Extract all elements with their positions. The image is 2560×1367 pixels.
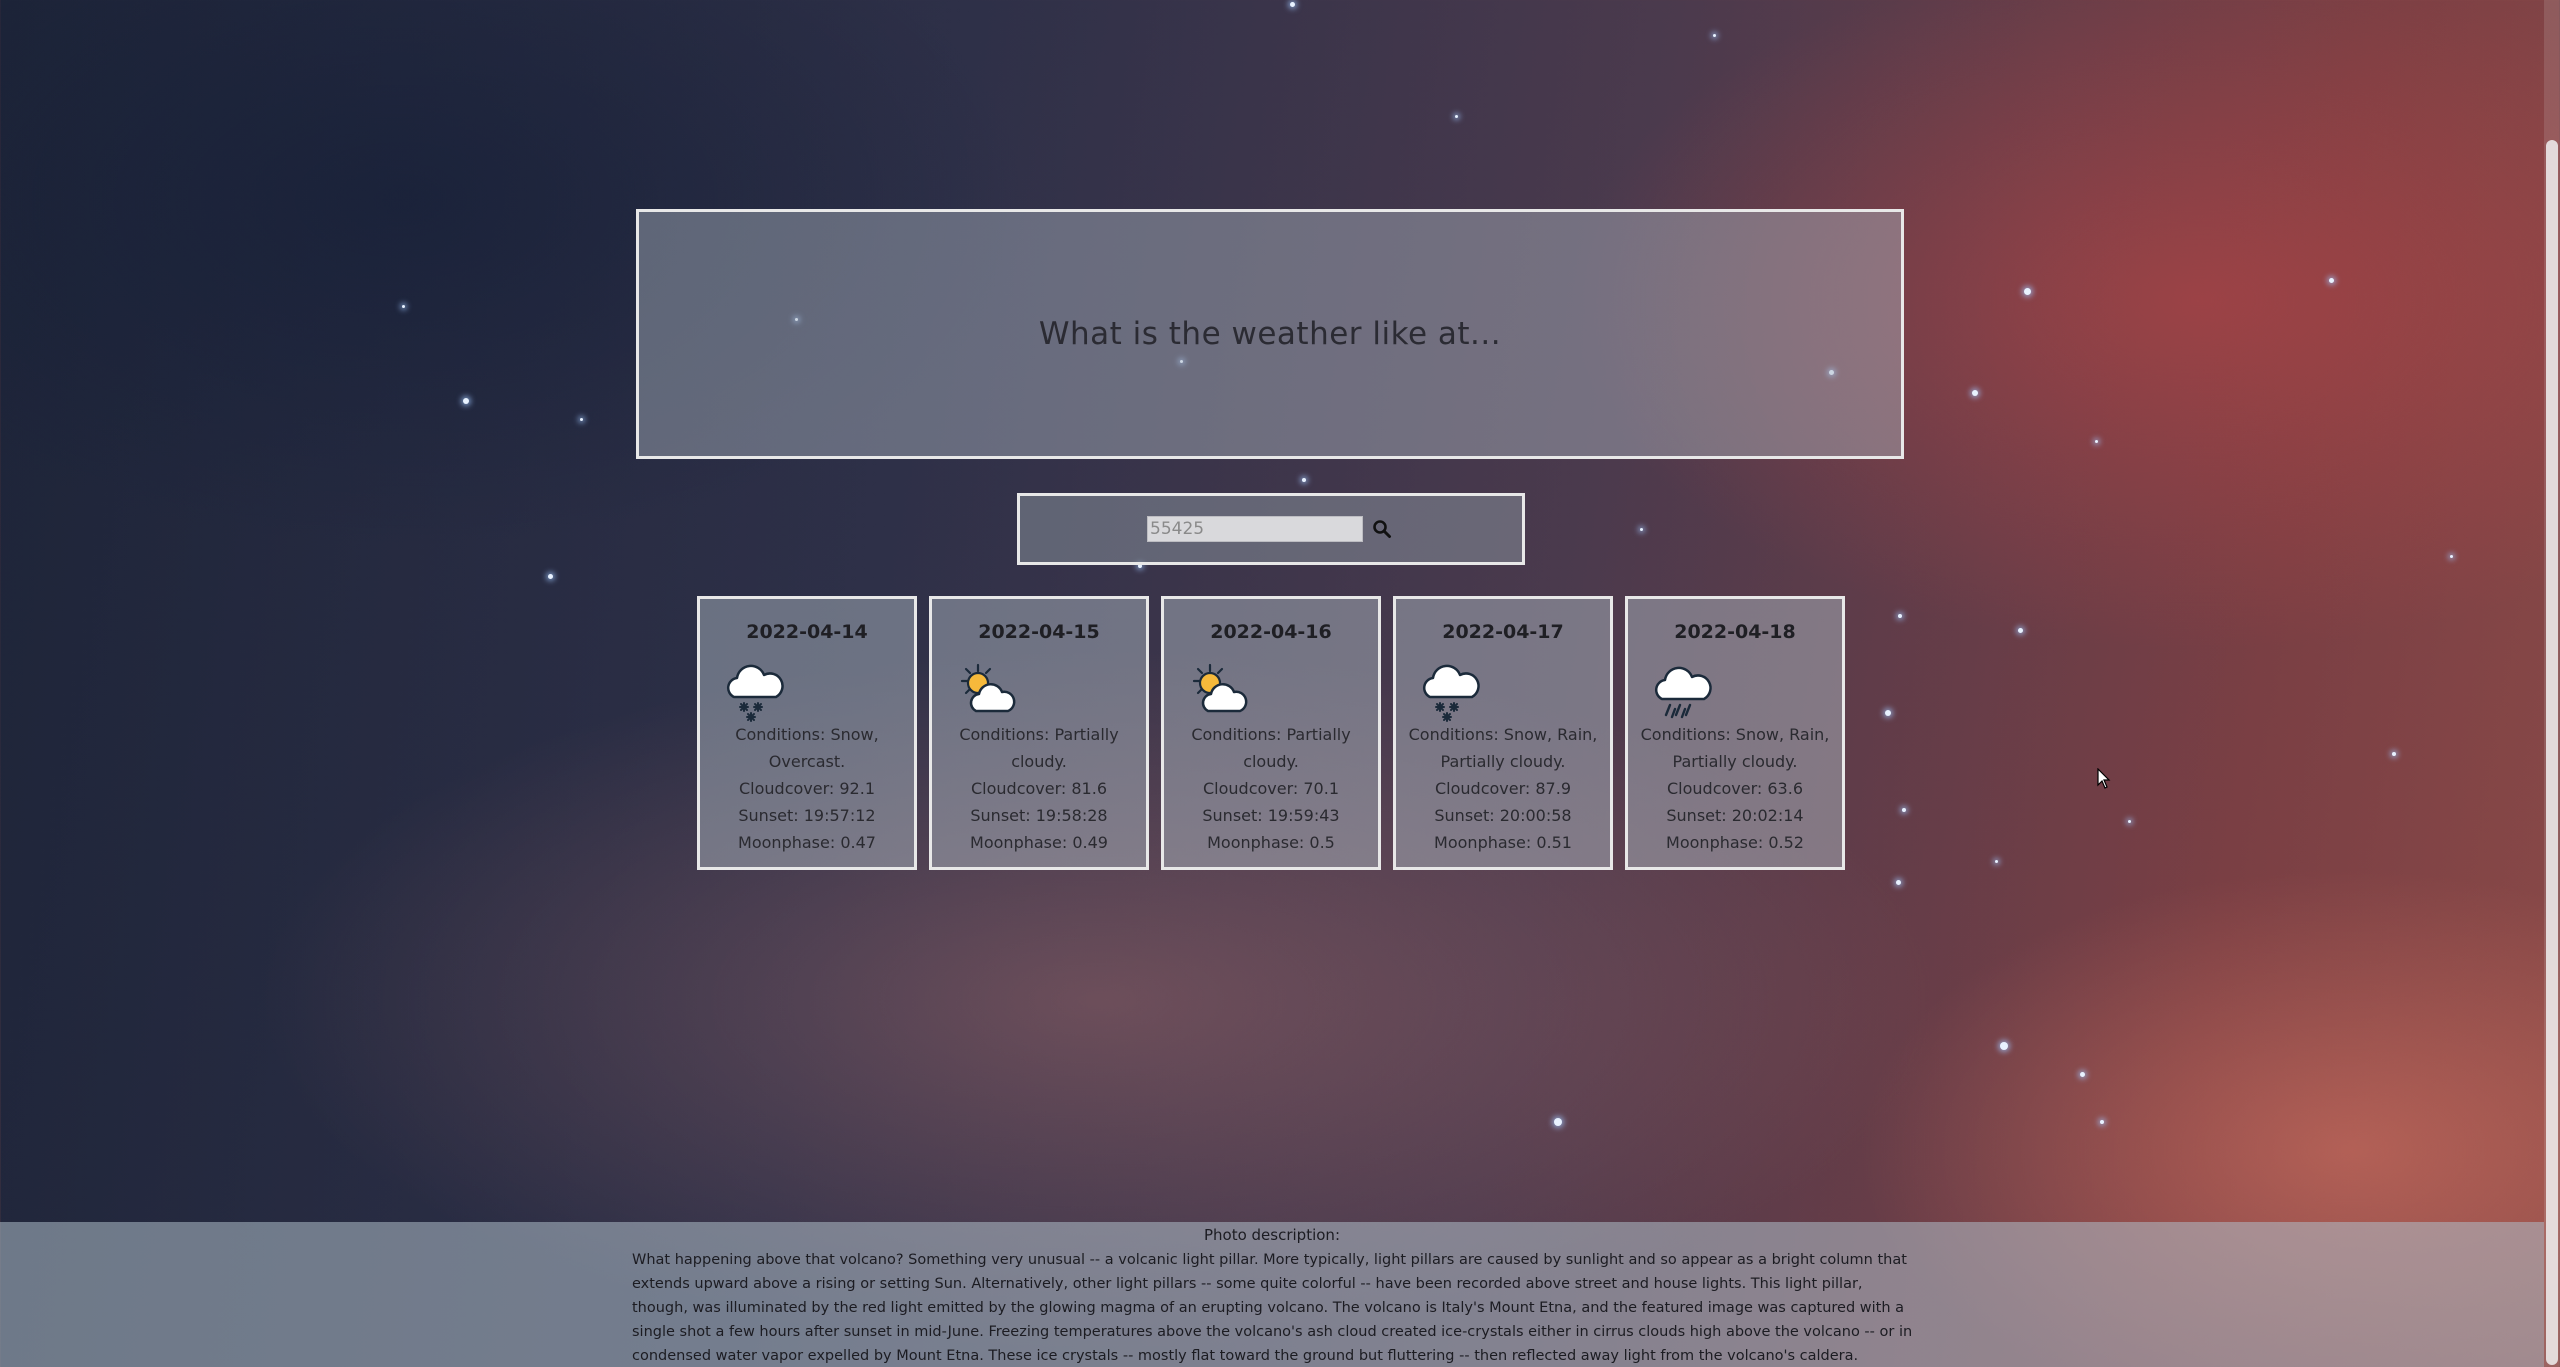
star [1554, 1118, 1562, 1126]
search-icon [1373, 520, 1391, 538]
partly-cloudy-icon [960, 663, 1016, 713]
forecast-card: 2022-04-18 Conditions: Snow, Rain, Parti… [1625, 596, 1845, 870]
star [2100, 1120, 2104, 1124]
forecast-card: 2022-04-16 Conditions: Partially cloudy.… [1161, 596, 1381, 870]
star [580, 418, 583, 421]
forecast-sunset: Sunset: 20:02:14 [1666, 806, 1804, 825]
search-panel [1017, 493, 1525, 565]
vertical-scrollbar[interactable] [2544, 0, 2560, 1367]
partly-cloudy-icon [1192, 663, 1248, 713]
star [1896, 880, 1901, 885]
scrollbar-thumb[interactable] [2546, 140, 2558, 1365]
forecast-conditions: Conditions: Snow, Rain, Partially cloudy… [1408, 725, 1598, 771]
forecast-moonphase: Moonphase: 0.49 [970, 833, 1108, 852]
star [2095, 440, 2098, 443]
star [1885, 710, 1891, 716]
star [1972, 390, 1978, 396]
forecast-sunset: Sunset: 19:59:43 [1202, 806, 1340, 825]
forecast-conditions: Conditions: Partially cloudy. [1191, 725, 1351, 771]
star [1713, 34, 1716, 37]
forecast-date: 2022-04-14 [746, 621, 868, 643]
forecast-moonphase: Moonphase: 0.5 [1207, 833, 1335, 852]
photo-description-panel: Photo description: What happening above … [0, 1222, 2544, 1367]
forecast-moonphase: Moonphase: 0.52 [1666, 833, 1804, 852]
forecast-date: 2022-04-15 [978, 621, 1100, 643]
forecast-date: 2022-04-18 [1674, 621, 1796, 643]
mouse-pointer-icon [2097, 768, 2111, 789]
photo-description-text: What happening above that volcano? Somet… [632, 1252, 1913, 1364]
forecast-sunset: Sunset: 19:58:28 [970, 806, 1108, 825]
forecast-cloudcover: Cloudcover: 63.6 [1667, 779, 1803, 798]
forecast-cloudcover: Cloudcover: 81.6 [971, 779, 1107, 798]
star [1898, 614, 1902, 618]
star [463, 398, 469, 404]
star [1290, 2, 1295, 7]
star [2329, 278, 2334, 283]
forecast-cloudcover: Cloudcover: 92.1 [739, 779, 875, 798]
page-title: What is the weather like at... [1038, 316, 1502, 352]
star [1902, 808, 1906, 812]
title-panel: What is the weather like at... [636, 209, 1904, 459]
zip-search-input[interactable] [1147, 516, 1363, 542]
forecast-date: 2022-04-16 [1210, 621, 1332, 643]
star [2000, 1042, 2008, 1050]
star [2392, 752, 2396, 756]
forecast-conditions: Conditions: Snow, Overcast. [735, 725, 879, 771]
star [402, 305, 405, 308]
forecast-conditions: Conditions: Snow, Rain, Partially cloudy… [1640, 725, 1830, 771]
forecast-moonphase: Moonphase: 0.51 [1434, 833, 1572, 852]
star [1640, 528, 1643, 531]
star [548, 574, 553, 579]
forecast-card: 2022-04-14 Conditions: Snow, Overcast. C… [697, 596, 917, 870]
forecast-date: 2022-04-17 [1442, 621, 1564, 643]
star [2024, 288, 2031, 295]
forecast-moonphase: Moonphase: 0.47 [738, 833, 876, 852]
snow-cloud-icon [727, 664, 784, 722]
forecast-sunset: Sunset: 19:57:12 [738, 806, 876, 825]
forecast-conditions: Conditions: Partially cloudy. [959, 725, 1119, 771]
forecast-card: 2022-04-17 Conditions: Snow, Rain, Parti… [1393, 596, 1613, 870]
star [2018, 628, 2023, 633]
photo-description-title: Photo description: [1203, 1226, 1340, 1244]
forecast-cloudcover: Cloudcover: 70.1 [1203, 779, 1339, 798]
snow-cloud-icon [1423, 664, 1480, 722]
star [2128, 820, 2131, 823]
forecast-sunset: Sunset: 20:00:58 [1434, 806, 1572, 825]
search-button[interactable] [1369, 516, 1395, 542]
star [2450, 555, 2453, 558]
star [1302, 478, 1306, 482]
rain-cloud-icon [1655, 666, 1712, 719]
forecast-card: 2022-04-15 Conditions: Partially cloudy.… [929, 596, 1149, 870]
star [1455, 115, 1458, 118]
forecast-cards: 2022-04-14 Conditions: Snow, Overcast. C… [697, 596, 1845, 870]
star [1995, 860, 1998, 863]
star [2080, 1072, 2085, 1077]
forecast-cloudcover: Cloudcover: 87.9 [1435, 779, 1571, 798]
